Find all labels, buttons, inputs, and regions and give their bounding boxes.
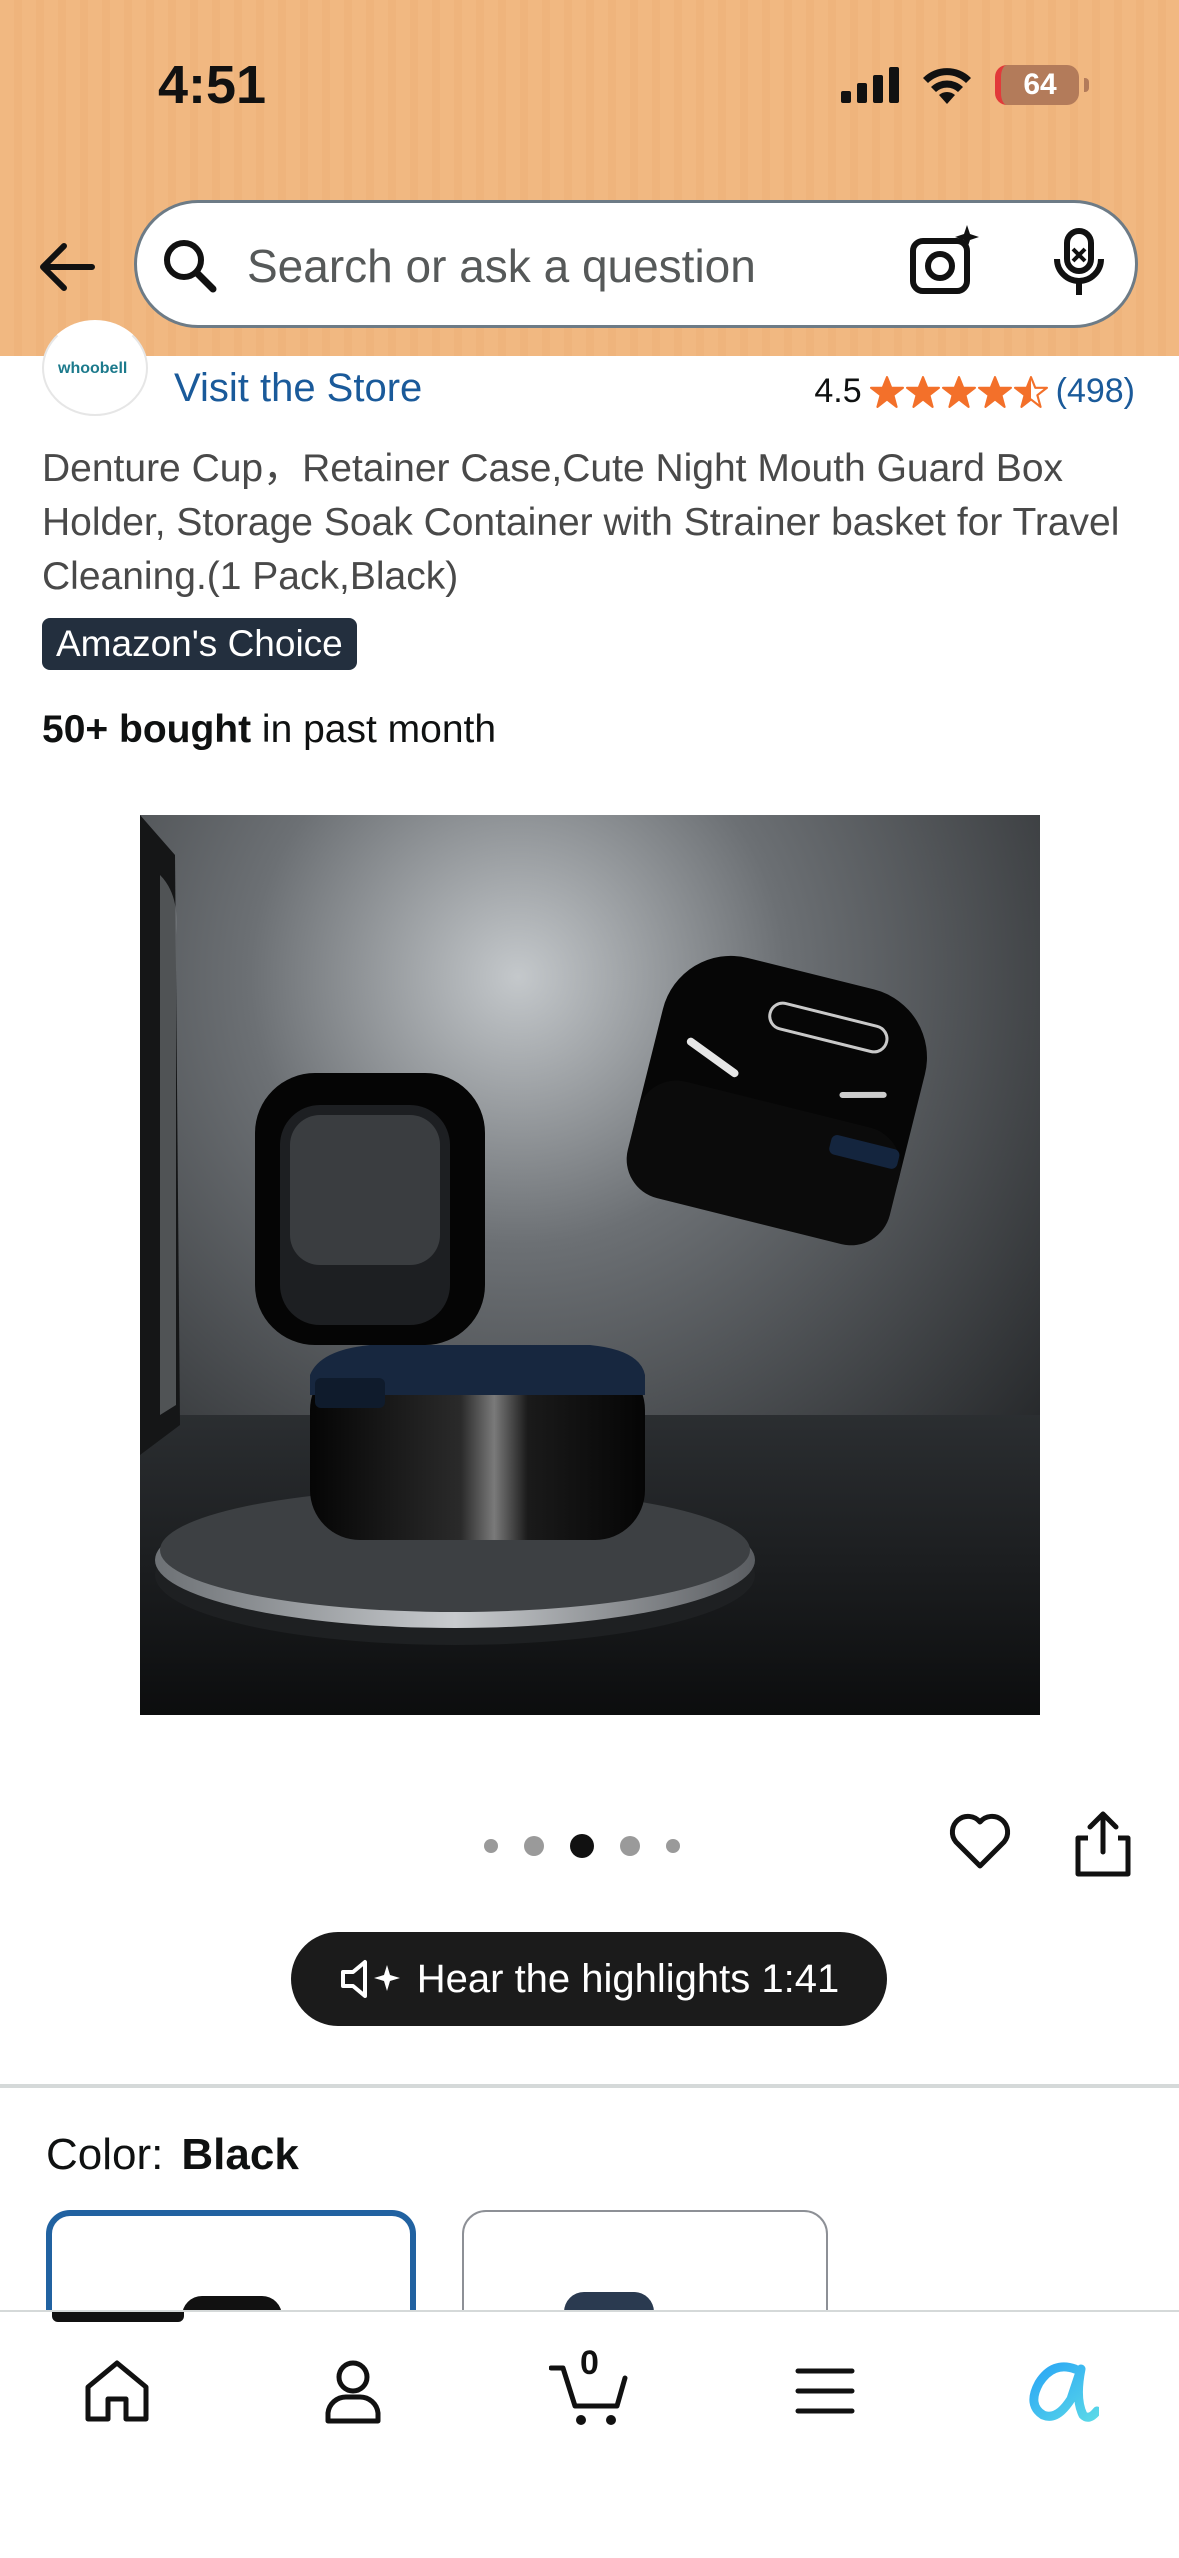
speaker-sparkle-icon <box>340 1960 400 1998</box>
nav-cart[interactable]: 0 <box>544 2344 634 2436</box>
status-time: 4:51 <box>158 55 267 115</box>
cart-count: 0 <box>580 2344 599 2382</box>
back-arrow-icon[interactable] <box>32 232 102 302</box>
bottom-navigation: 0 <box>0 2310 1179 2558</box>
share-icon[interactable] <box>1072 1810 1134 1878</box>
star-icon <box>905 375 940 408</box>
star-icon <box>977 375 1012 408</box>
camera-lens-icon[interactable] <box>907 223 983 299</box>
header-bar: 4:51 64 Search or ask a question <box>0 0 1179 356</box>
visit-store-link[interactable]: Visit the Store <box>174 366 422 411</box>
rufus-ai-icon <box>1029 2362 1099 2422</box>
product-image[interactable] <box>140 815 1040 1715</box>
bought-rest: in past month <box>251 708 497 751</box>
star-icon <box>1013 375 1048 408</box>
color-value: Black <box>181 2130 299 2179</box>
battery-indicator: 64 <box>995 65 1089 105</box>
battery-level: 64 <box>1023 68 1057 101</box>
status-icons: 64 <box>841 60 1089 110</box>
microphone-icon[interactable] <box>1047 227 1111 299</box>
product-title: Denture Cup，Retainer Case,Cute Night Mou… <box>42 447 1120 598</box>
star-icon <box>869 375 904 408</box>
home-icon <box>85 2360 149 2422</box>
store-logo-text: whoobell <box>58 360 128 377</box>
search-input[interactable]: Search or ask a question <box>134 200 1138 328</box>
carousel-dot[interactable] <box>524 1836 544 1856</box>
hear-highlights-button[interactable]: Hear the highlights 1:41 <box>291 1932 887 2026</box>
person-icon <box>325 2360 381 2424</box>
carousel-dot[interactable] <box>484 1839 498 1853</box>
nav-menu[interactable] <box>780 2346 870 2436</box>
product-photo-illustration <box>140 815 1040 1715</box>
hear-highlights-label: Hear the highlights 1:41 <box>416 1956 840 2001</box>
carousel-dot[interactable] <box>570 1834 594 1858</box>
wifi-icon <box>923 68 971 104</box>
heart-icon[interactable] <box>948 1810 1012 1874</box>
bought-count: 50+ bought in past month <box>42 708 496 752</box>
amazons-choice-badge[interactable]: Amazon's Choice <box>42 618 357 670</box>
color-label: Color: <box>46 2130 164 2179</box>
color-selection: Color: Black <box>46 2130 299 2180</box>
star-icon <box>941 375 976 408</box>
search-icon <box>164 240 217 293</box>
nav-account[interactable] <box>308 2346 398 2436</box>
rating-summary[interactable]: 4.5 (498) <box>814 372 1135 411</box>
nav-home[interactable] <box>72 2346 162 2436</box>
bought-bold: 50+ bought <box>42 708 252 751</box>
rating-value: 4.5 <box>814 372 862 410</box>
active-tab-indicator <box>52 2312 184 2322</box>
store-logo[interactable]: whoobell <box>42 320 148 416</box>
carousel-dot[interactable] <box>666 1839 680 1853</box>
carousel-dots[interactable] <box>484 1834 680 1858</box>
carousel-dot[interactable] <box>620 1836 640 1856</box>
hamburger-menu-icon <box>795 2368 855 2414</box>
rating-count[interactable]: (498) <box>1056 372 1135 411</box>
search-placeholder: Search or ask a question <box>247 240 756 292</box>
nav-rufus[interactable] <box>1016 2346 1106 2436</box>
section-divider <box>0 2084 1179 2088</box>
cellular-signal-icon <box>841 67 899 103</box>
star-rating-icon <box>869 375 1048 409</box>
